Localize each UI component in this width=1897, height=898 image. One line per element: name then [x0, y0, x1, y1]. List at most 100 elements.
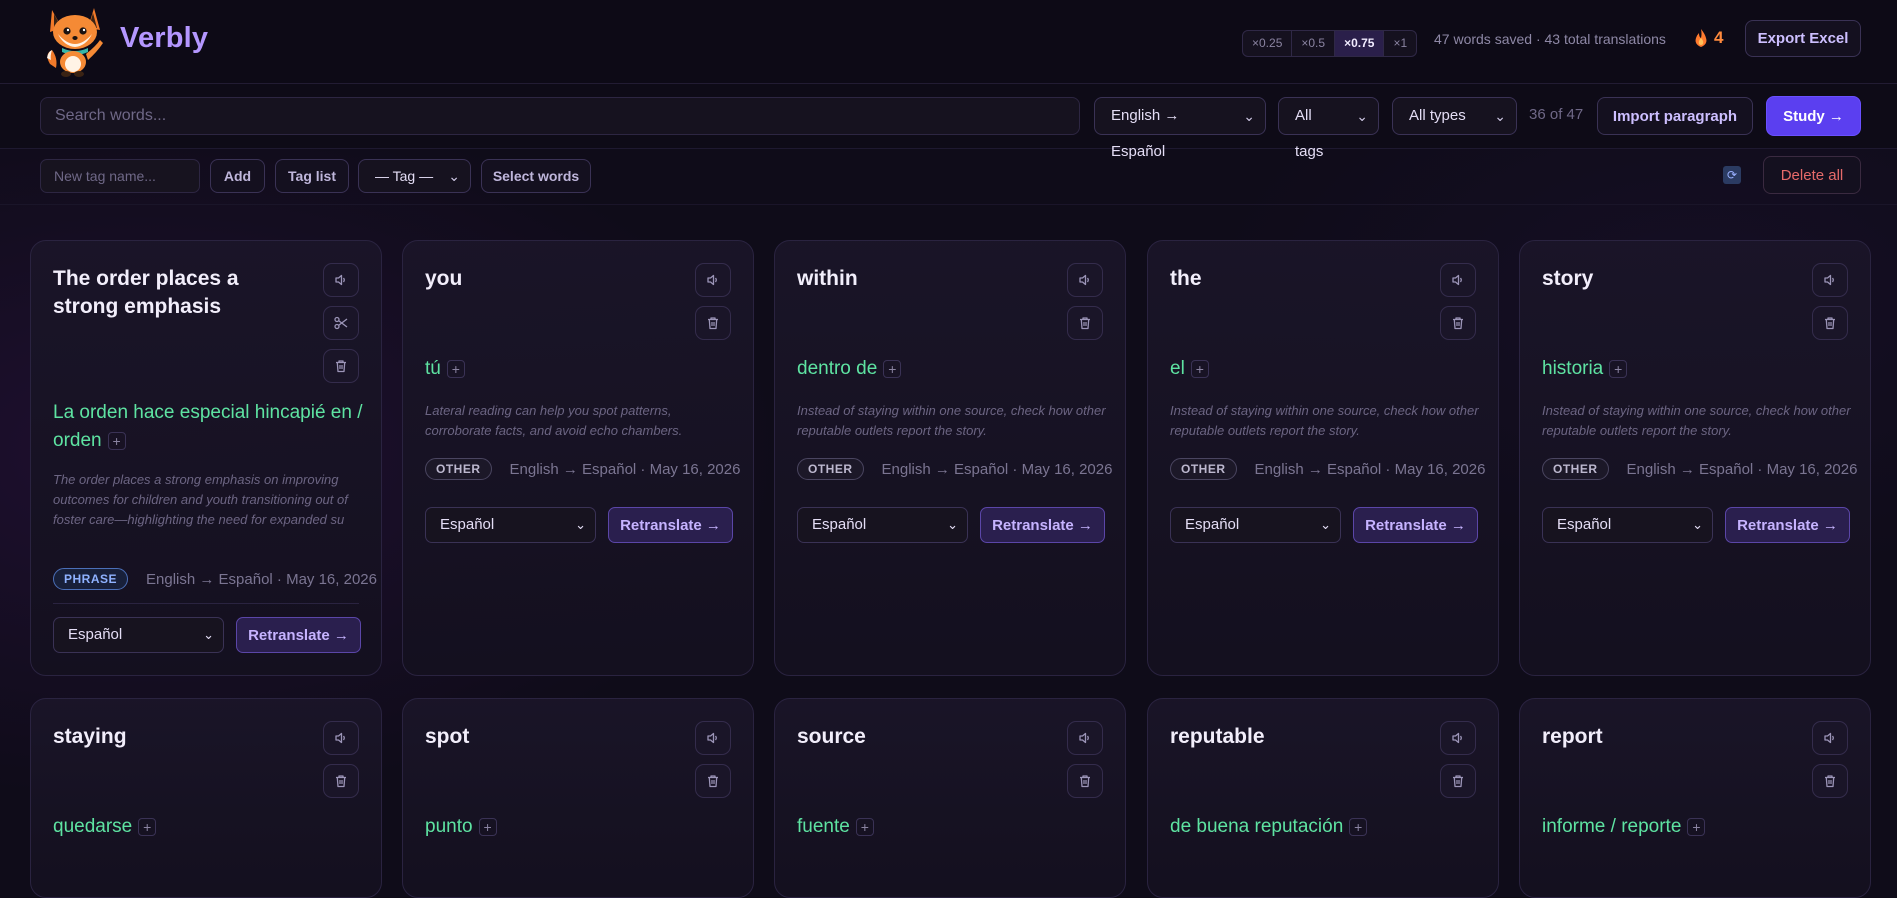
delete-all-button[interactable]: Delete all — [1763, 156, 1861, 194]
trash-icon[interactable] — [1812, 306, 1848, 340]
language-pair-select[interactable]: English → Español ⌄ — [1094, 97, 1266, 160]
target-language-select[interactable]: Español ⌄ — [797, 507, 968, 543]
retranslate-button[interactable]: Retranslate → — [236, 617, 361, 653]
speaker-icon[interactable] — [1440, 263, 1476, 297]
card-translation: tú + — [425, 355, 465, 383]
card-meta: OTHER English → Español · May 16, 2026 — [1542, 458, 1857, 480]
translation-text: dentro de — [797, 358, 878, 379]
study-button[interactable]: Study → — [1766, 96, 1861, 136]
chevron-down-icon: ⌄ — [1494, 108, 1506, 124]
flame-icon — [1695, 29, 1707, 47]
add-translation-button[interactable]: + — [855, 817, 874, 836]
speaker-icon[interactable] — [695, 263, 731, 297]
translation-text: el — [1170, 358, 1185, 379]
card-meta-text: English → Español · May 16, 2026 — [509, 460, 741, 478]
streak-count: 4 — [1714, 28, 1724, 47]
translation-text: tú — [425, 358, 441, 379]
trash-icon[interactable] — [695, 306, 731, 340]
chevron-down-icon: ⌄ — [575, 517, 586, 532]
trash-icon[interactable] — [1067, 764, 1103, 798]
add-translation-button[interactable]: + — [1190, 359, 1209, 378]
add-translation-button[interactable]: + — [446, 359, 465, 378]
card-word: The order places a strong emphasis — [53, 267, 239, 318]
card-word: story — [1542, 267, 1594, 290]
card-word: spot — [425, 725, 470, 748]
speaker-icon[interactable] — [1812, 721, 1848, 755]
card-word: you — [425, 267, 463, 290]
card-word: the — [1170, 267, 1202, 290]
speed-025-button[interactable]: ×0.25 — [1243, 31, 1293, 56]
search-input[interactable]: Search words... — [40, 97, 1080, 135]
card-word: reputable — [1170, 725, 1265, 748]
refresh-icon[interactable]: ⟳ — [1723, 166, 1741, 184]
trash-icon[interactable] — [1067, 306, 1103, 340]
type-badge: PHRASE — [53, 568, 129, 590]
card-word: within — [797, 267, 858, 290]
translation-text: informe / reporte — [1542, 816, 1682, 837]
card-meta-text: English → Español · May 16, 2026 — [881, 460, 1113, 478]
card-meta-text: English → Español · May 16, 2026 — [1254, 460, 1486, 478]
word-card: within dentro de + Instead of staying wit… — [774, 240, 1126, 676]
trash-icon[interactable] — [323, 764, 359, 798]
card-translation: fuente + — [797, 813, 874, 841]
playback-speed-group: ×0.25 ×0.5 ×0.75 ×1 — [1242, 30, 1418, 57]
scissors-icon[interactable] — [323, 306, 359, 340]
tag-list-button[interactable]: Tag list — [275, 159, 349, 193]
card-context: The order places a strong emphasis on im… — [53, 472, 348, 527]
retranslate-button[interactable]: Retranslate → — [980, 507, 1105, 543]
retranslate-button[interactable]: Retranslate → — [1353, 507, 1478, 543]
card-word: source — [797, 725, 866, 748]
type-badge: OTHER — [1542, 458, 1609, 480]
add-translation-button[interactable]: + — [107, 431, 126, 450]
speed-05-button[interactable]: ×0.5 — [1292, 31, 1336, 56]
trash-icon[interactable] — [1440, 764, 1476, 798]
card-translation: punto + — [425, 813, 497, 841]
new-tag-input[interactable]: New tag name... — [40, 159, 200, 193]
speaker-icon[interactable] — [695, 721, 731, 755]
trash-icon[interactable] — [1440, 306, 1476, 340]
target-language-select[interactable]: Español ⌄ — [1542, 507, 1713, 543]
speaker-icon[interactable] — [323, 263, 359, 297]
card-context: Instead of staying within one source, ch… — [1542, 403, 1851, 438]
add-translation-button[interactable]: + — [138, 817, 157, 836]
speaker-icon[interactable] — [1812, 263, 1848, 297]
trash-icon[interactable] — [1812, 764, 1848, 798]
speaker-icon[interactable] — [1067, 263, 1103, 297]
fox-logo-icon[interactable] — [44, 2, 106, 78]
import-paragraph-button[interactable]: Import paragraph — [1597, 97, 1753, 135]
add-translation-button[interactable]: + — [883, 359, 902, 378]
word-card: you tú + Lateral reading can help you spo… — [402, 240, 754, 676]
target-language-select[interactable]: Español ⌄ — [53, 617, 224, 653]
speaker-icon[interactable] — [323, 721, 359, 755]
add-translation-button[interactable]: + — [1687, 817, 1706, 836]
types-filter-select[interactable]: All types ⌄ — [1392, 97, 1517, 135]
word-card: report informe / reporte + — [1519, 698, 1871, 898]
add-translation-button[interactable]: + — [1349, 817, 1368, 836]
target-language-value: Español — [68, 626, 123, 643]
word-card: the el + Instead of staying within one so… — [1147, 240, 1499, 676]
select-words-button[interactable]: Select words — [481, 159, 591, 193]
chevron-down-icon: ⌄ — [1692, 517, 1703, 532]
tag-select[interactable]: — Tag — ⌄ — [358, 159, 471, 193]
tags-filter-select[interactable]: All tags ⌄ — [1278, 97, 1379, 160]
card-translation: dentro de + — [797, 355, 902, 383]
word-card: staying quedarse + — [30, 698, 382, 898]
tag-toolbar: New tag name... Add Tag list — Tag — ⌄ S… — [0, 149, 1897, 205]
target-language-select[interactable]: Español ⌄ — [425, 507, 596, 543]
add-translation-button[interactable]: + — [478, 817, 497, 836]
speaker-icon[interactable] — [1067, 721, 1103, 755]
word-card: source fuente + — [774, 698, 1126, 898]
target-language-select[interactable]: Español ⌄ — [1170, 507, 1341, 543]
speed-075-button[interactable]: ×0.75 — [1335, 31, 1385, 56]
trash-icon[interactable] — [323, 349, 359, 383]
trash-icon[interactable] — [695, 764, 731, 798]
speaker-icon[interactable] — [1440, 721, 1476, 755]
target-language-value: Español — [440, 516, 495, 533]
add-translation-button[interactable]: + — [1609, 359, 1628, 378]
speed-1-button[interactable]: ×1 — [1384, 31, 1416, 56]
retranslate-button[interactable]: Retranslate → — [608, 507, 733, 543]
retranslate-button[interactable]: Retranslate → — [1725, 507, 1850, 543]
export-excel-button[interactable]: Export Excel — [1745, 20, 1861, 57]
add-tag-button[interactable]: Add — [210, 159, 265, 193]
streak-counter: 4 — [1694, 28, 1723, 48]
